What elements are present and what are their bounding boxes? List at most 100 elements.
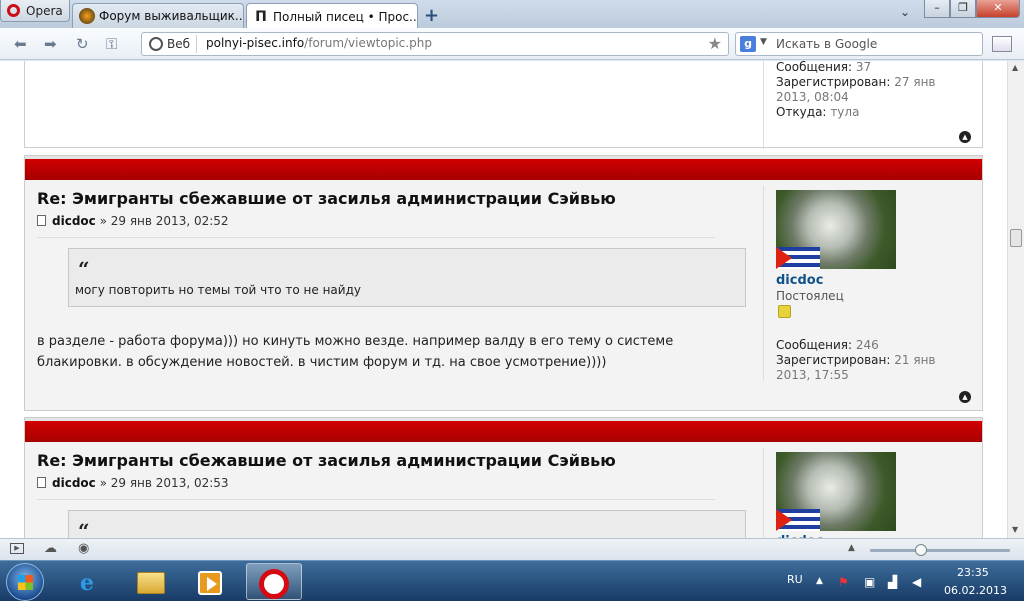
- taskbar-explorer[interactable]: [122, 563, 178, 600]
- language-indicator[interactable]: RU: [787, 573, 803, 586]
- post-body: в разделе - работа форума))) но кинуть м…: [37, 334, 674, 370]
- browser-status-bar: ▶ ☁ ◉ ▲: [0, 538, 1024, 560]
- post-header-bar: [25, 156, 982, 180]
- speed-dial-icon[interactable]: ◉: [78, 541, 90, 556]
- minimize-icon[interactable]: –: [924, 0, 950, 18]
- post-author-link[interactable]: dicdoc: [52, 476, 96, 490]
- profile-from: Откуда: тула: [776, 105, 860, 119]
- opera-menu-button[interactable]: Opera: [0, 0, 70, 22]
- page-content: Сообщения: 37 Зарегистрирован: 27 янв 20…: [0, 61, 1007, 538]
- flag-icon: [776, 247, 820, 269]
- quote-icon: “: [78, 519, 90, 538]
- post: Re: Эмигранты сбежавшие от засилья админ…: [24, 417, 983, 538]
- url-path: /forum/viewtopic.php: [304, 36, 432, 50]
- usb-icon[interactable]: ▣: [864, 575, 878, 589]
- post-file-icon[interactable]: [37, 215, 46, 226]
- url-domain: polnyi-pisec.info: [206, 36, 305, 50]
- quote-block: “: [68, 510, 746, 538]
- forward-icon[interactable]: ➡: [44, 35, 57, 53]
- post-file-icon[interactable]: [37, 477, 46, 488]
- post-date: » 29 янв 2013, 02:53: [99, 476, 229, 490]
- panel-toggle-icon[interactable]: ▶: [10, 543, 24, 554]
- tab-title: Полный писец • Прос...: [273, 9, 418, 24]
- quote-icon: “: [78, 257, 90, 281]
- search-field[interactable]: g ▼ Искать в Google: [735, 32, 983, 56]
- key-icon[interactable]: ⚿: [106, 35, 117, 53]
- flag-icon: [776, 509, 820, 531]
- back-to-top-icon[interactable]: ▲: [959, 131, 971, 143]
- chevron-down-icon[interactable]: ▼: [760, 37, 767, 47]
- reload-icon[interactable]: ↻: [76, 35, 89, 53]
- close-window-icon[interactable]: ✕: [976, 0, 1020, 18]
- scroll-thumb[interactable]: [1010, 229, 1022, 247]
- search-placeholder: Искать в Google: [776, 37, 878, 51]
- back-icon[interactable]: ⬅: [14, 35, 27, 53]
- divider: [37, 237, 715, 238]
- volume-icon[interactable]: ◀: [912, 575, 926, 589]
- profile-messages: Сообщения: 246: [776, 338, 879, 352]
- clock-time[interactable]: 23:35: [957, 566, 989, 579]
- opera-logo-icon: [7, 4, 20, 17]
- taskbar-opera[interactable]: [246, 563, 302, 600]
- post-meta: dicdoc » 29 янв 2013, 02:52: [37, 214, 229, 228]
- scheme-label: Веб: [167, 37, 191, 51]
- profile-name[interactable]: dicdoc: [776, 273, 823, 288]
- window-controls: – ❐ ✕: [924, 0, 1020, 18]
- new-tab-icon[interactable]: +: [424, 5, 439, 26]
- media-player-icon: [198, 571, 222, 595]
- post-profile: dicdoc: [763, 448, 983, 538]
- prev-post: Сообщения: 37 Зарегистрирован: 27 янв 20…: [24, 61, 983, 149]
- post-profile: dicdoc Постоялец Сообщения: 246 Зарегист…: [763, 186, 983, 382]
- zoom-slider[interactable]: [870, 549, 1010, 552]
- scroll-down-icon[interactable]: ▼: [1012, 525, 1018, 534]
- profile-registered: Зарегистрирован: 21 янв 2013, 17:55: [776, 353, 936, 382]
- back-to-top-icon[interactable]: ▲: [959, 391, 971, 403]
- bookmark-star-icon[interactable]: ★: [708, 34, 722, 53]
- avatar[interactable]: [776, 190, 896, 269]
- url-text[interactable]: polnyi-pisec.info/forum/viewtopic.php: [206, 36, 432, 50]
- prev-post-profile: Сообщения: 37 Зарегистрирован: 27 янв 20…: [763, 61, 983, 149]
- tab-polnyi-pisec[interactable]: П Полный писец • Прос... ✕: [246, 3, 418, 29]
- quote-block: “ могу повторить но темы той что то не н…: [68, 248, 746, 307]
- avatar[interactable]: [776, 452, 896, 531]
- windows-taskbar: e RU ▲ ⚑ ▣ ▟ ◀ 23:35 06.02.2013: [0, 560, 1024, 601]
- tab-survival-forum[interactable]: Форум выживальщик... ✕: [72, 3, 244, 28]
- rank-badge-icon: [778, 305, 791, 318]
- google-icon[interactable]: g: [740, 36, 756, 52]
- network-warning-icon[interactable]: ⚑: [838, 575, 852, 589]
- taskbar-media[interactable]: [182, 563, 238, 600]
- pp-favicon-icon: П: [255, 8, 267, 25]
- profile-messages: Сообщения: 37: [776, 61, 872, 74]
- quote-text: могу повторить но темы той что то не най…: [75, 283, 361, 297]
- post-title[interactable]: Re: Эмигранты сбежавшие от засилья админ…: [37, 451, 616, 470]
- taskbar-ie[interactable]: e: [62, 563, 118, 600]
- vertical-scrollbar[interactable]: ▲ ▼: [1007, 61, 1024, 538]
- cloud-icon[interactable]: ☁: [44, 541, 57, 556]
- post-title[interactable]: Re: Эмигранты сбежавшие от засилья админ…: [37, 189, 616, 208]
- tab-list-chevron-icon[interactable]: ⌄: [900, 5, 910, 19]
- folder-icon: [137, 572, 165, 594]
- post-header-bar: [25, 418, 982, 442]
- forum-favicon-icon: [79, 8, 95, 24]
- show-hidden-icons-chevron-icon[interactable]: ▲: [816, 576, 830, 589]
- profile-registered: Зарегистрирован: 27 янв 2013, 08:04: [776, 75, 936, 104]
- internet-explorer-icon: e: [80, 570, 94, 596]
- address-field[interactable]: Веб polnyi-pisec.info/forum/viewtopic.ph…: [141, 32, 729, 56]
- post-author-link[interactable]: dicdoc: [52, 214, 96, 228]
- site-info-chip[interactable]: Веб: [145, 35, 198, 53]
- signal-icon[interactable]: ▟: [888, 575, 902, 589]
- profile-rank: Постоялец: [776, 289, 844, 303]
- clock-date[interactable]: 06.02.2013: [944, 584, 1007, 597]
- opera-icon: [259, 569, 289, 599]
- post-date: » 29 янв 2013, 02:52: [99, 214, 229, 228]
- zoom-slider-knob[interactable]: [915, 544, 927, 556]
- globe-icon: [149, 37, 163, 51]
- chevron-up-icon[interactable]: ▲: [848, 543, 855, 553]
- maximize-icon[interactable]: ❐: [950, 0, 976, 18]
- opera-menu-label: Opera: [26, 3, 63, 18]
- post-meta: dicdoc » 29 янв 2013, 02:53: [37, 476, 229, 490]
- start-button[interactable]: [6, 563, 44, 601]
- panel-toggle-icon[interactable]: [992, 36, 1012, 52]
- tab-title: Форум выживальщик...: [99, 9, 244, 23]
- scroll-up-icon[interactable]: ▲: [1012, 63, 1018, 72]
